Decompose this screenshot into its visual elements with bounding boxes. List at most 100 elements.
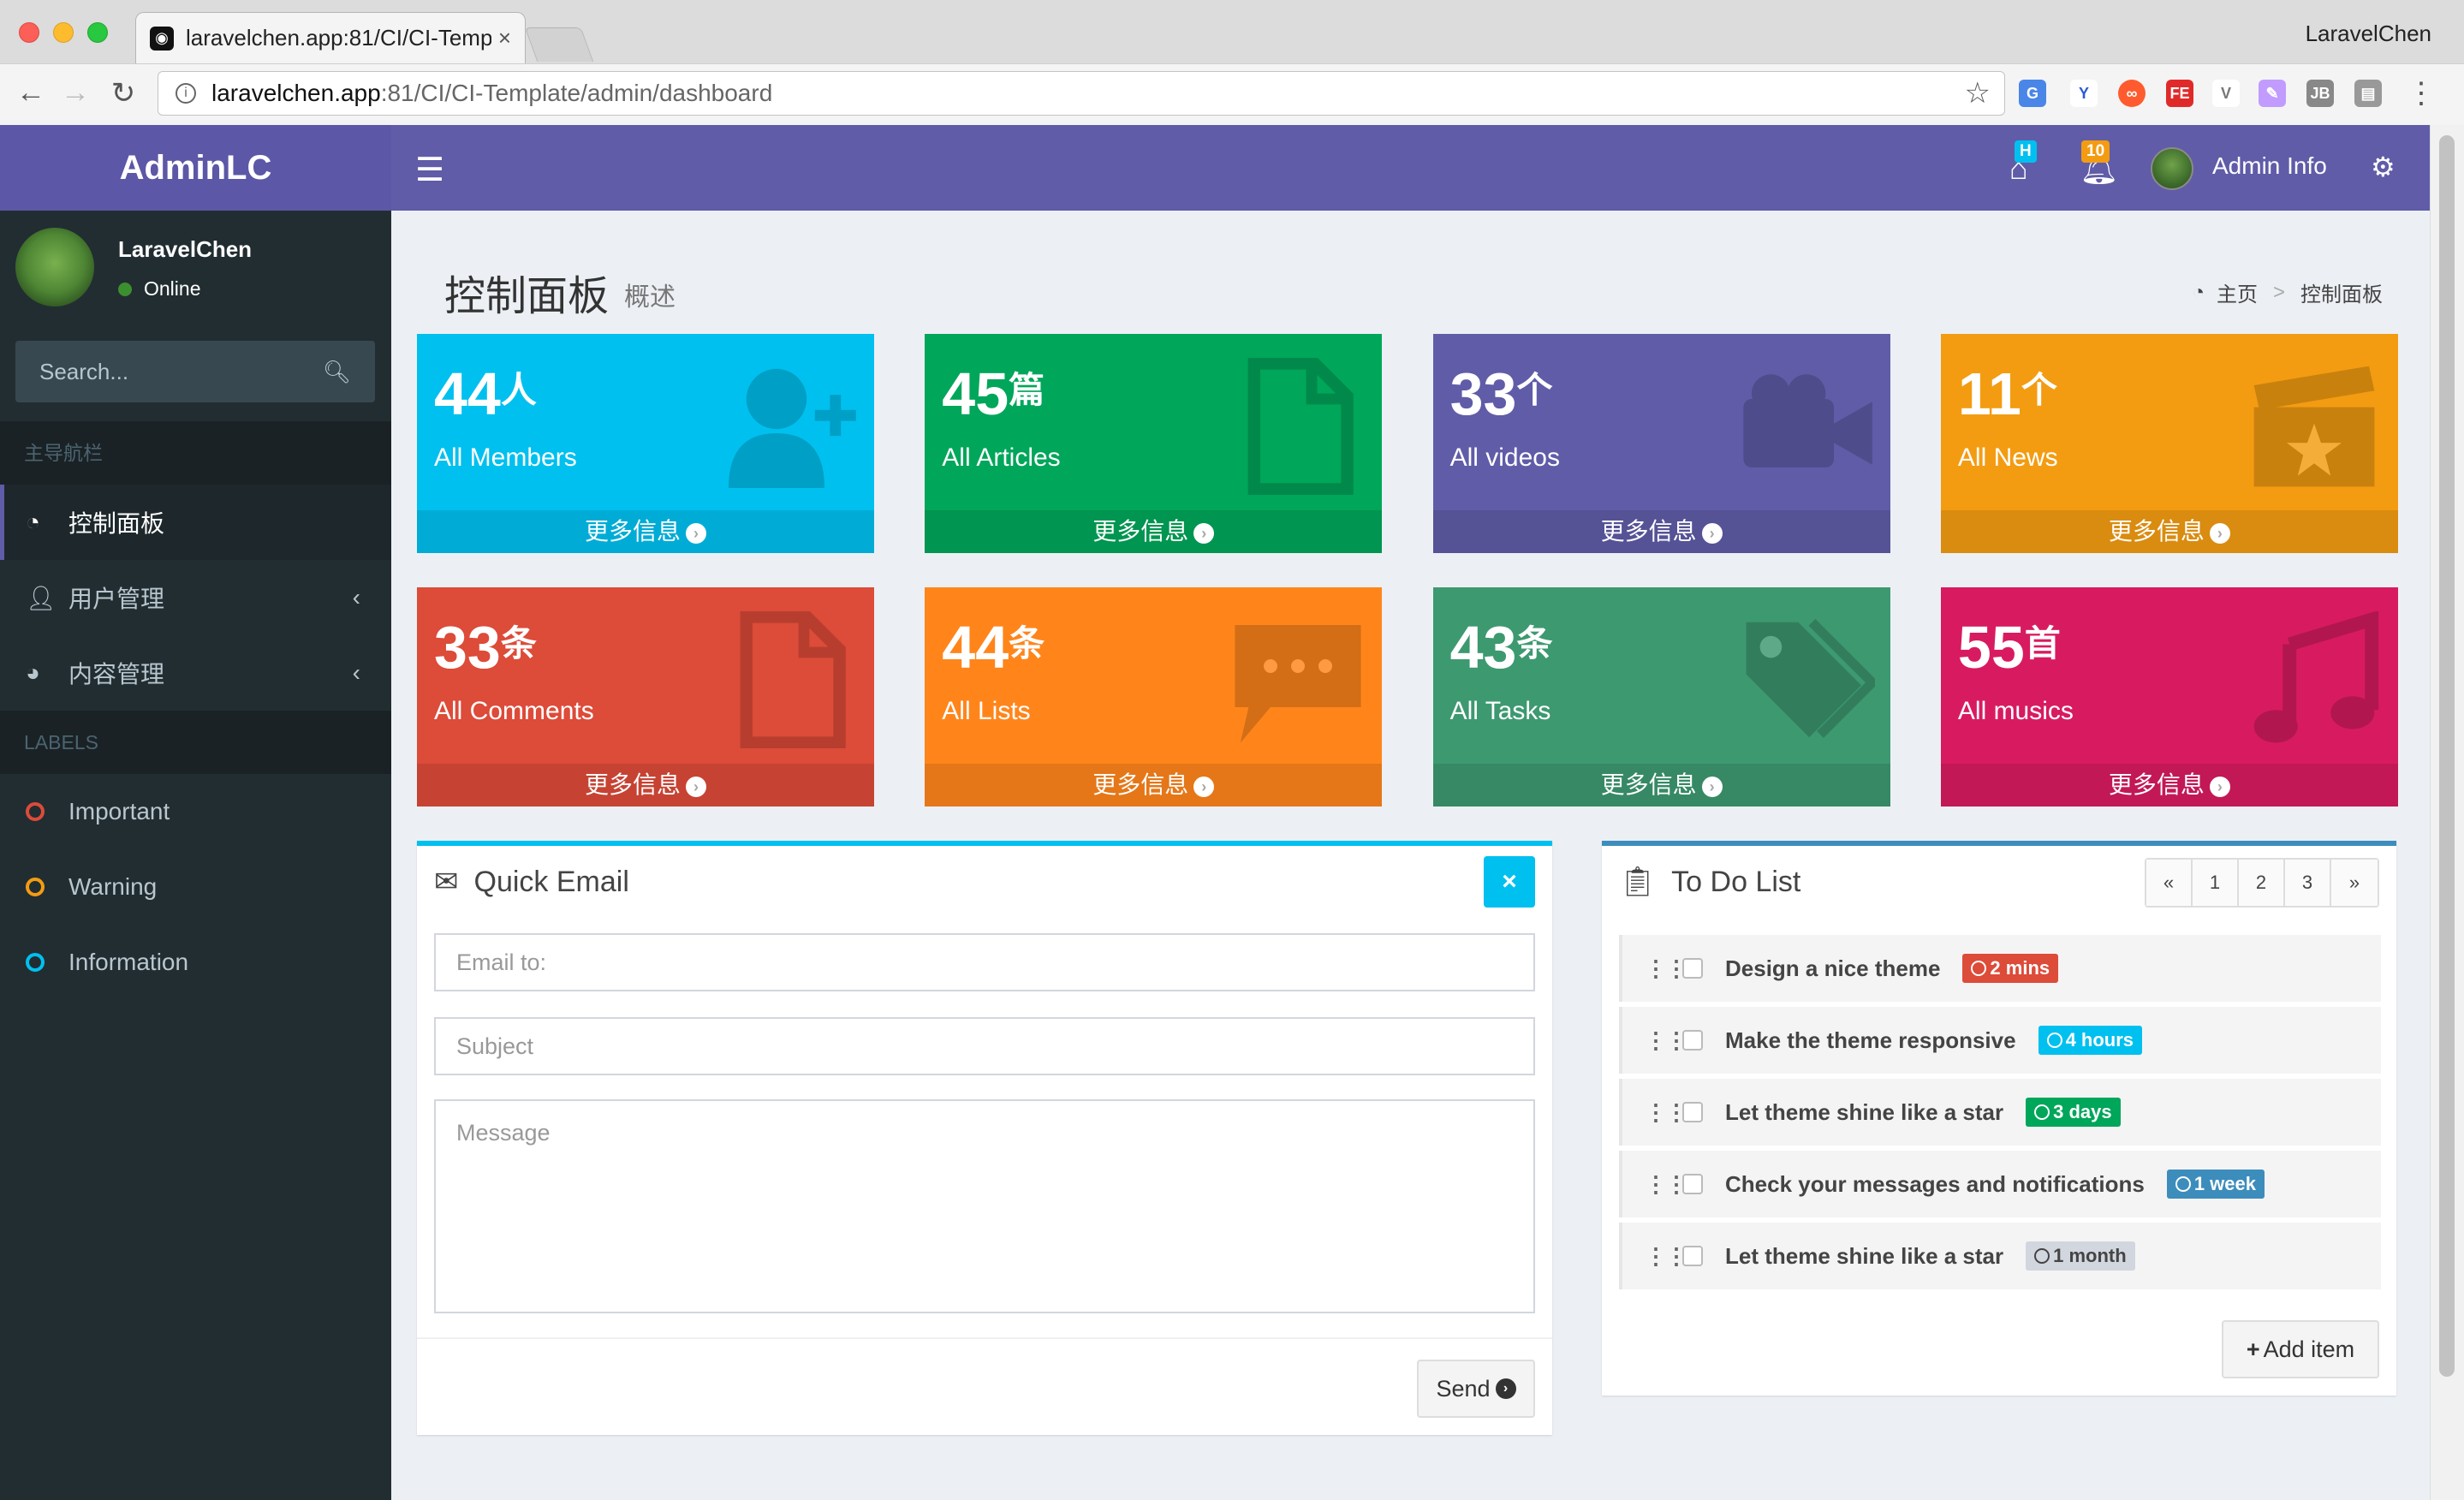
reload-icon[interactable]: ↻ [104,76,142,110]
sidebar-search-input[interactable]: Search... 🔍︎ [15,341,375,402]
clock-icon [2034,1104,2050,1120]
message-textarea[interactable]: Message [434,1099,1535,1313]
sidebar-label-important[interactable]: Important [0,774,391,849]
todo-item[interactable]: ⋮⋮ Let theme shine like a star 3 days [1619,1079,2381,1146]
todo-box: 📋︎ To Do List «1 2 3» ⋮⋮ Design a nice them… [1602,841,2396,1396]
page-scrollbar[interactable] [2430,125,2464,1500]
sidebar-item-users[interactable]: 👤︎ 用户管理 ‹ [0,560,391,635]
stat-value: 11 [1957,360,2021,427]
todo-item[interactable]: ⋮⋮ Let theme shine like a star 1 month [1619,1223,2381,1289]
close-window-button[interactable] [19,22,39,43]
more-info-link[interactable]: 更多信息 › [925,764,1383,807]
vue-extension-icon[interactable]: Y [2070,80,2098,107]
stat-unit: 个 [2021,370,2057,410]
stat-label: All Comments [434,697,594,725]
browser-tab[interactable]: ◉ laravelchen.app:81/CI/CI-Temp × [135,12,526,63]
v-extension-icon[interactable]: V [2212,80,2240,107]
search-icon[interactable]: 🔍︎ [323,359,351,385]
sidebar-item-label: 用户管理 [68,586,165,612]
user-status-text: Online [144,277,201,300]
sidebar-label-warning[interactable]: Warning [0,849,391,925]
subject-field[interactable]: Subject [434,1017,1535,1075]
search-placeholder: Search... [39,358,129,384]
admin-avatar[interactable] [2151,147,2193,190]
pager-item[interactable]: 1 [2193,860,2239,906]
more-info-link[interactable]: 更多信息 › [417,764,874,807]
send-button[interactable]: Send › [1417,1360,1535,1418]
pen-extension-icon[interactable]: ✎ [2259,80,2286,107]
translate-extension-icon[interactable]: G [2019,80,2046,107]
pager-item[interactable]: » [2331,860,2378,906]
more-info-link[interactable]: 更多信息 › [925,510,1383,553]
stat-value: 45 [942,360,1009,427]
email-to-field[interactable]: Email to: [434,933,1535,991]
todo-text: Design a nice theme [1725,955,1941,981]
more-info-link[interactable]: 更多信息 › [1940,510,2398,553]
sidebar-item-content[interactable]: ◕ 内容管理 ‹ [0,635,391,711]
jb-extension-icon[interactable]: JB [2306,80,2334,107]
stat-number: 33条 [434,613,537,682]
todo-checkbox[interactable] [1682,1030,1703,1051]
scrollbar-thumb[interactable] [2439,135,2455,1377]
forward-icon[interactable]: → [57,76,94,110]
admin-info-label[interactable]: Admin Info [2212,152,2327,180]
address-bar[interactable]: i laravelchen.app :81/CI/CI-Template/adm… [158,71,2005,116]
db-extension-icon[interactable]: ▤ [2354,80,2382,107]
todo-checkbox[interactable] [1682,1246,1703,1266]
site-info-icon[interactable]: i [176,83,196,104]
drag-handle-icon[interactable]: ⋮⋮ [1645,1243,1687,1270]
more-info-link[interactable]: 更多信息 › [1940,764,2398,807]
todo-checkbox[interactable] [1682,1102,1703,1122]
more-info-link[interactable]: 更多信息 › [1432,764,1890,807]
app-logo[interactable]: AdminLC [0,125,391,211]
minimize-window-button[interactable] [53,22,74,43]
more-info-link[interactable]: 更多信息 › [1432,510,1890,553]
breadcrumb-separator: > [2272,280,2285,304]
sidebar-toggle-icon[interactable]: ☰ [415,151,444,189]
stat-label: All videos [1449,443,1560,472]
stat-value: 55 [1957,614,2025,681]
drag-handle-icon[interactable]: ⋮⋮ [1645,1027,1687,1054]
browser-menu-icon[interactable]: ⋮ [2402,76,2440,110]
pager-item[interactable]: « [2146,860,2193,906]
tab-close-icon[interactable]: × [498,25,511,51]
todo-text: Check your messages and notifications [1725,1170,2145,1197]
stat-box-all-news: 11个 All News 更多信息 › [1940,334,2398,553]
more-info-link[interactable]: 更多信息 › [417,510,874,553]
todo-item[interactable]: ⋮⋮ Design a nice theme 2 mins [1619,935,2381,1002]
back-icon[interactable]: ← [12,76,50,110]
drag-handle-icon[interactable]: ⋮⋮ [1645,1099,1687,1126]
sidebar-item-dashboard[interactable]: ◔ 控制面板 [0,485,391,560]
todo-item[interactable]: ⋮⋮ Make the theme responsive 4 hours [1619,1007,2381,1074]
stat-box-all-comments: 33条 All Comments 更多信息 › [417,587,874,807]
maximize-window-button[interactable] [87,22,108,43]
pager-item[interactable]: 2 [2239,860,2285,906]
todo-checkbox[interactable] [1682,958,1703,979]
breadcrumb-home[interactable]: 主页 [2217,277,2258,307]
todo-checkbox[interactable] [1682,1174,1703,1194]
circle-icon [26,878,45,896]
time-badge: 3 days [2026,1098,2121,1127]
infinity-extension-icon[interactable]: ∞ [2118,80,2146,107]
settings-gears-icon[interactable]: ⚙ [2371,151,2396,183]
todo-text: Let theme shine like a star [1725,1242,2004,1269]
sidebar-label-information[interactable]: Information [0,925,391,1000]
browser-toolbar: ← → ↻ i laravelchen.app :81/CI/CI-Templa… [0,63,2464,125]
email-to-placeholder: Email to: [456,949,547,975]
drag-handle-icon[interactable]: ⋮⋮ [1645,1171,1687,1198]
bookmark-star-icon[interactable]: ☆ [1965,76,1991,110]
stat-value: 33 [434,614,501,681]
drag-handle-icon[interactable]: ⋮⋮ [1645,955,1687,982]
stat-number: 45篇 [942,360,1045,428]
todo-text: Make the theme responsive [1725,1027,2016,1053]
stat-value: 43 [1449,614,1517,681]
pager-item[interactable]: 3 [2285,860,2331,906]
sidebar-item-label: 内容管理 [68,661,165,688]
new-tab-button[interactable] [524,27,594,62]
todo-item[interactable]: ⋮⋮ Check your messages and notifications 1… [1619,1151,2381,1217]
close-button[interactable]: × [1484,856,1535,908]
browser-profile-name[interactable]: LaravelChen [2306,21,2431,47]
message-placeholder: Message [456,1120,551,1146]
fe-extension-icon[interactable]: FE [2166,80,2193,107]
add-item-button[interactable]: + Add item [2222,1320,2379,1378]
